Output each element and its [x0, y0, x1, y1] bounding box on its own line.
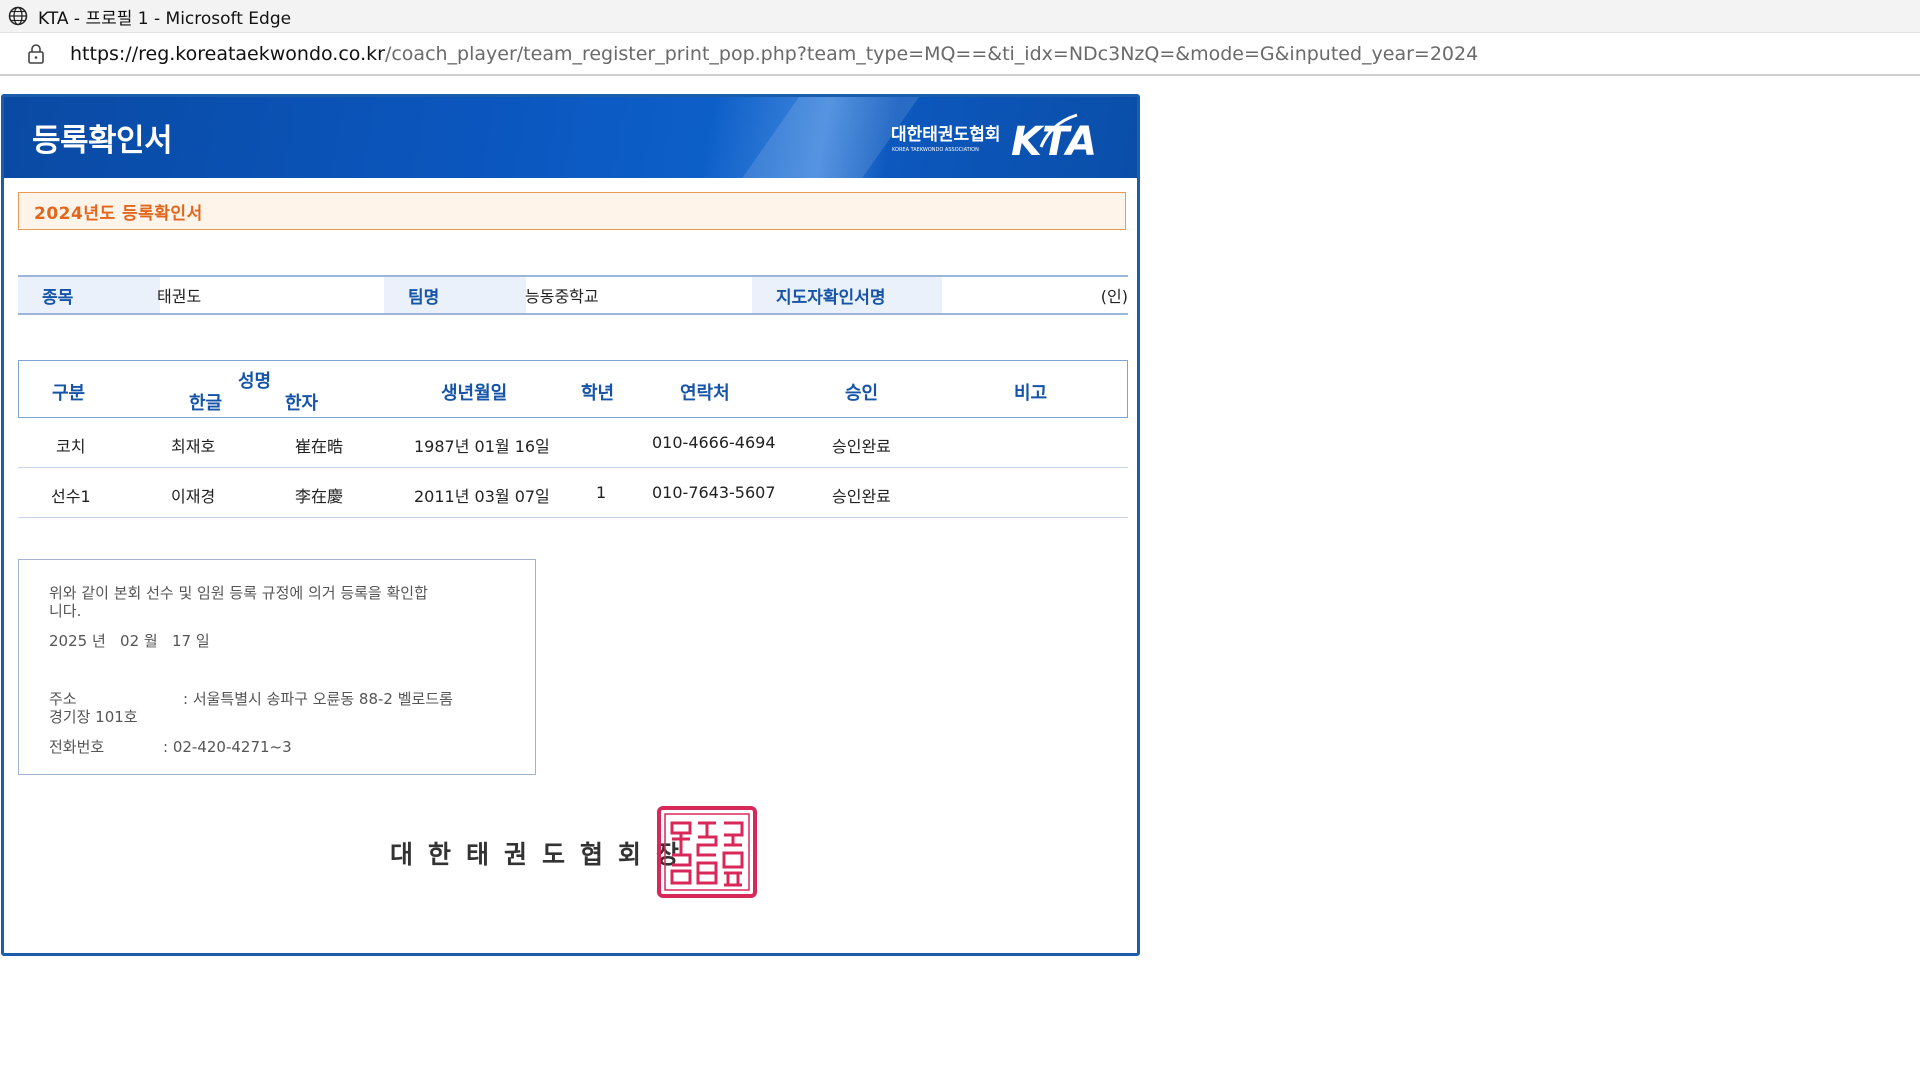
cell-contact: 010-7643-5607 — [652, 483, 776, 502]
table-header: 구분 성명 한글 한자 생년월일 학년 연락처 승인 비고 — [18, 360, 1128, 418]
issuer-name: 대한태권도협회장 — [390, 840, 695, 869]
cell-approval: 승인완료 — [832, 437, 891, 456]
doc-header: 등록확인서 대한태권도협회 KOREA TAEKWONDO ASSOCIATIO… — [4, 97, 1137, 178]
window-titlebar: KTA - 프로필 1 - Microsoft Edge — [0, 0, 1920, 32]
cell-birth: 2011년 03월 07일 — [414, 487, 550, 506]
year-banner: 2024년도 등록확인서 — [18, 192, 1126, 230]
col-grade: 학년 — [581, 383, 615, 404]
address-value-2: 경기장 101호 — [49, 708, 138, 726]
phone-label: 전화번호 — [49, 738, 105, 756]
certification-notice: 위와 같이 본회 선수 및 임원 등록 규정에 의거 등록을 확인합 니다. 2… — [18, 559, 536, 775]
cell-division: 선수1 — [51, 487, 91, 506]
statement-line-2: 니다. — [49, 602, 82, 620]
page-title: 등록확인서 — [32, 123, 173, 159]
sport-label: 종목 — [18, 277, 160, 313]
address-value: : 서울특별시 송파구 오륜동 88-2 벨로드롬 — [183, 690, 453, 708]
col-division: 구분 — [52, 383, 86, 404]
url-path: /coach_player/team_register_print_pop.ph… — [384, 42, 1479, 65]
cell-name-hanja: 李在慶 — [295, 487, 344, 506]
col-birth: 생년월일 — [441, 383, 508, 404]
cell-grade: 1 — [596, 483, 607, 502]
cell-birth: 1987년 01월 16일 — [414, 437, 550, 456]
url-text[interactable]: https://reg.koreataekwondo.co.kr/coach_p… — [70, 43, 1478, 65]
registration-certificate: 등록확인서 대한태권도협회 KOREA TAEKWONDO ASSOCIATIO… — [1, 94, 1140, 956]
lock-icon[interactable] — [26, 42, 50, 66]
address-bar[interactable]: https://reg.koreataekwondo.co.kr/coach_p… — [0, 32, 1920, 76]
cell-name-ko: 최재호 — [171, 437, 216, 456]
kta-logo: 대한태권도협회 KOREA TAEKWONDO ASSOCIATION KTA — [891, 113, 1097, 165]
col-note: 비고 — [1014, 383, 1048, 404]
member-table: 구분 성명 한글 한자 생년월일 학년 연락처 승인 비고 코치 최재호 崔在晧… — [18, 360, 1128, 518]
team-label: 팀명 — [384, 277, 526, 313]
seal-mark: (인) — [1100, 287, 1128, 306]
cell-name-hanja: 崔在晧 — [295, 437, 344, 456]
table-row: 선수1 이재경 李在慶 2011년 03월 07일 1 010-7643-560… — [18, 468, 1128, 518]
window-title: KTA - 프로필 1 - Microsoft Edge — [38, 8, 292, 29]
cell-division: 코치 — [56, 437, 86, 456]
col-contact: 연락처 — [680, 383, 730, 404]
sport-value: 태권도 — [157, 287, 202, 306]
col-name-hanja: 한자 — [285, 393, 319, 414]
col-name: 성명 — [238, 371, 272, 392]
team-value: 능동중학교 — [525, 287, 599, 306]
logo-text-en: KOREA TAEKWONDO ASSOCIATION — [892, 147, 979, 153]
coach-sign-label: 지도자확인서명 — [752, 277, 942, 313]
issue-date: 2025 년 02 월 17 일 — [49, 632, 210, 650]
logo-text-ko: 대한태권도협회 — [891, 124, 1000, 145]
table-row: 코치 최재호 崔在晧 1987년 01월 16일 010-4666-4694 승… — [18, 418, 1128, 468]
cell-approval: 승인완료 — [832, 487, 891, 506]
col-approval: 승인 — [845, 383, 879, 404]
official-seal — [657, 806, 757, 898]
team-info-row: 종목 태권도 팀명 능동중학교 지도자확인서명 (인) — [18, 275, 1128, 315]
url-host: https://reg.koreataekwondo.co.kr — [70, 42, 385, 65]
col-name-ko: 한글 — [189, 393, 223, 414]
globe-icon — [8, 5, 30, 27]
cell-name-ko: 이재경 — [171, 487, 216, 506]
address-label: 주소 — [49, 690, 77, 708]
cell-contact: 010-4666-4694 — [652, 433, 776, 452]
phone-value: : 02-420-4271~3 — [163, 738, 292, 756]
statement-line-1: 위와 같이 본회 선수 및 임원 등록 규정에 의거 등록을 확인합 — [49, 584, 428, 602]
